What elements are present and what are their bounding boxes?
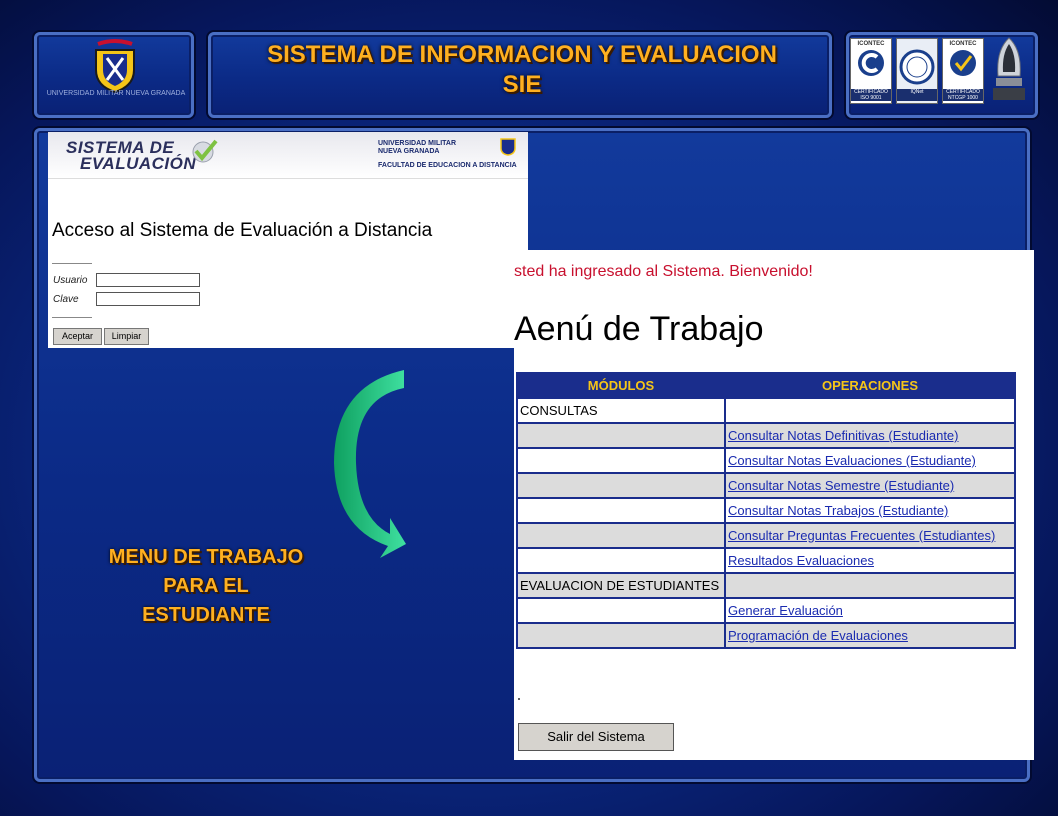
operation-cell: Consultar Notas Trabajos (Estudiante)	[726, 499, 1014, 522]
operation-cell: Consultar Preguntas Frecuentes (Estudian…	[726, 524, 1014, 547]
operation-cell: Consultar Notas Semestre (Estudiante)	[726, 474, 1014, 497]
table-row: Generar Evaluación	[518, 599, 1014, 622]
caption-line-3: ESTUDIANTE	[142, 604, 270, 626]
work-menu-screenshot: sted ha ingresado al Sistema. Bienvenido…	[514, 250, 1034, 760]
login-screenshot: SISTEMA DE EVALUACIÓN UNIVERSIDAD MILITA…	[48, 132, 528, 348]
module-cell	[518, 624, 724, 647]
link-consultar-notas-evaluaciones[interactable]: Consultar Notas Evaluaciones (Estudiante…	[728, 453, 976, 468]
table-row: Consultar Notas Evaluaciones (Estudiante…	[518, 449, 1014, 472]
password-input[interactable]	[96, 292, 200, 306]
link-generar-evaluacion[interactable]: Generar Evaluación	[728, 603, 843, 618]
operation-cell: Consultar Notas Definitivas (Estudiante)	[726, 424, 1014, 447]
link-resultados-evaluaciones[interactable]: Resultados Evaluaciones	[728, 553, 874, 568]
column-header-modules: MÓDULOS	[518, 374, 724, 397]
faculty-name: FACULTAD DE EDUCACION A DISTANCIA	[378, 162, 517, 169]
module-cell: CONSULTAS	[518, 399, 724, 422]
cert-footer: CERTIFICADO ISO 9001	[851, 89, 891, 101]
menu-title: Aenú de Trabajo	[514, 310, 764, 348]
module-cell	[518, 599, 724, 622]
user-label: Usuario	[53, 275, 88, 286]
table-row: Consultar Notas Trabajos (Estudiante)	[518, 499, 1014, 522]
module-cell	[518, 424, 724, 447]
module-cell	[518, 524, 724, 547]
operation-cell: Programación de Evaluaciones	[726, 624, 1014, 647]
cert-badge-icontec-ntcgp: ICONTEC CERTIFICADO NTCGP 1000	[942, 38, 984, 104]
link-consultar-preguntas-frecuentes[interactable]: Consultar Preguntas Frecuentes (Estudian…	[728, 528, 995, 543]
operation-cell: Generar Evaluación	[726, 599, 1014, 622]
university-shield-icon	[500, 138, 516, 156]
operation-cell	[726, 399, 1014, 422]
module-cell	[518, 549, 724, 572]
operation-cell: Consultar Notas Evaluaciones (Estudiante…	[726, 449, 1014, 472]
award-trophy-icon	[993, 37, 1025, 100]
university-caption: UNIVERSIDAD MILITAR NUEVA GRANADA	[46, 90, 186, 97]
table-row: Consultar Notas Definitivas (Estudiante)	[518, 424, 1014, 447]
caption-line-2: PARA EL	[163, 575, 249, 597]
icontec-logo-icon	[858, 50, 884, 76]
link-programacion-evaluaciones[interactable]: Programación de Evaluaciones	[728, 628, 908, 643]
user-input[interactable]	[96, 273, 200, 287]
link-consultar-notas-semestre[interactable]: Consultar Notas Semestre (Estudiante)	[728, 478, 954, 493]
university-line2: NUEVA GRANADA	[378, 148, 440, 155]
exit-system-button[interactable]: Salir del Sistema	[518, 723, 674, 751]
clear-button[interactable]: Limpiar	[104, 328, 149, 345]
checkmark-icon	[192, 139, 218, 163]
module-cell: EVALUACION DE ESTUDIANTES	[518, 574, 724, 597]
title-line-2: SIE	[502, 71, 542, 98]
welcome-message: sted ha ingresado al Sistema. Bienvenido…	[514, 263, 813, 280]
curved-arrow-icon	[334, 370, 406, 558]
column-header-operations: OPERACIONES	[726, 374, 1014, 397]
title-line-1: SISTEMA DE INFORMACION Y EVALUACION	[267, 41, 777, 68]
cert-footer: IQNet	[897, 89, 937, 101]
modules-table: MÓDULOS OPERACIONES CONSULTAS Consultar …	[516, 372, 1016, 649]
separator-dot	[518, 698, 520, 700]
caption-line-1: MENU DE TRABAJO	[108, 546, 304, 568]
operation-cell: Resultados Evaluaciones	[726, 549, 1014, 572]
iqnet-seal-icon	[899, 49, 935, 85]
slide-caption: MENU DE TRABAJO PARA EL ESTUDIANTE	[78, 543, 334, 630]
accept-button[interactable]: Aceptar	[53, 328, 102, 345]
slide-title: SISTEMA DE INFORMACION Y EVALUACION SIE	[212, 40, 832, 100]
university-crest-icon	[95, 39, 135, 94]
table-row: Resultados Evaluaciones	[518, 549, 1014, 572]
link-consultar-notas-definitivas[interactable]: Consultar Notas Definitivas (Estudiante)	[728, 428, 959, 443]
table-row: Consultar Notas Semestre (Estudiante)	[518, 474, 1014, 497]
university-line1: UNIVERSIDAD MILITAR	[378, 140, 457, 147]
table-row: CONSULTAS	[518, 399, 1014, 422]
login-header: SISTEMA DE EVALUACIÓN UNIVERSIDAD MILITA…	[48, 132, 528, 179]
module-cell	[518, 474, 724, 497]
university-name: UNIVERSIDAD MILITAR NUEVA GRANADA FACULT…	[378, 140, 517, 170]
cert-badge-iqnet: IQNet	[896, 38, 938, 104]
system-logo-line2: EVALUACIÓN	[80, 154, 197, 173]
cert-badge-icontec-iso: ICONTEC CERTIFICADO ISO 9001	[850, 38, 892, 104]
divider	[52, 263, 92, 264]
divider	[52, 317, 92, 318]
system-logo: SISTEMA DE EVALUACIÓN	[66, 139, 197, 173]
table-row: EVALUACION DE ESTUDIANTES	[518, 574, 1014, 597]
cert-footer: CERTIFICADO NTCGP 1000	[943, 89, 983, 101]
table-row: Consultar Preguntas Frecuentes (Estudian…	[518, 524, 1014, 547]
password-label: Clave	[53, 294, 79, 305]
link-consultar-notas-trabajos[interactable]: Consultar Notas Trabajos (Estudiante)	[728, 503, 948, 518]
login-heading: Acceso al Sistema de Evaluación a Distan…	[52, 220, 433, 241]
icontec-check-icon	[950, 50, 976, 76]
operation-cell	[726, 574, 1014, 597]
table-row: Programación de Evaluaciones	[518, 624, 1014, 647]
module-cell	[518, 449, 724, 472]
table-header-row: MÓDULOS OPERACIONES	[518, 374, 1014, 397]
module-cell	[518, 499, 724, 522]
